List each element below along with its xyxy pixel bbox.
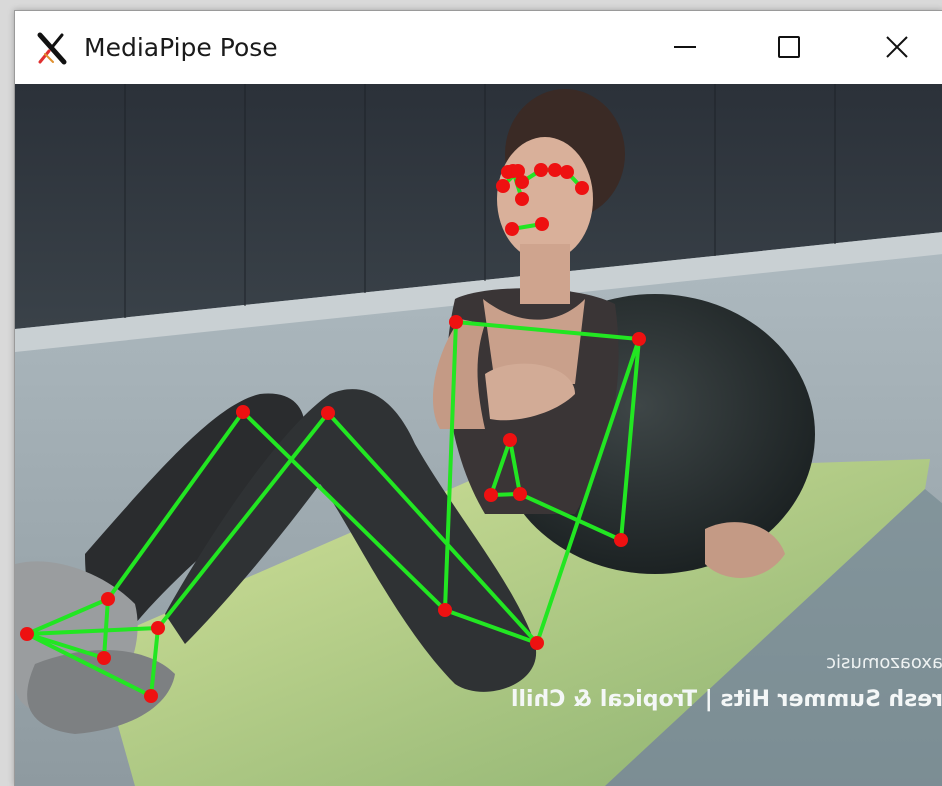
pose-landmark xyxy=(515,192,529,206)
pose-landmark xyxy=(534,163,548,177)
close-button[interactable] xyxy=(867,19,927,75)
pose-landmark xyxy=(496,179,510,193)
face xyxy=(497,137,593,261)
pose-landmark xyxy=(20,627,34,641)
pose-landmark xyxy=(449,315,463,329)
pose-landmark xyxy=(535,217,549,231)
title-bar[interactable]: MediaPipe Pose xyxy=(15,11,942,84)
minimize-button[interactable] xyxy=(655,19,715,75)
pose-landmark xyxy=(438,603,452,617)
pose-landmark xyxy=(530,636,544,650)
maximize-button[interactable] xyxy=(759,19,819,75)
pose-landmark xyxy=(575,181,589,195)
pose-landmark xyxy=(144,689,158,703)
channel-name: axoazomusic xyxy=(826,652,942,673)
video-caption: resh Summer Hits | Tropical & Chill xyxy=(511,687,942,712)
neck xyxy=(520,244,570,304)
pose-landmark xyxy=(511,164,525,178)
pose-landmark xyxy=(503,433,517,447)
pose-landmark xyxy=(560,165,574,179)
pose-landmark xyxy=(632,332,646,346)
minimize-icon xyxy=(674,46,696,48)
pose-landmark xyxy=(614,533,628,547)
pose-landmark xyxy=(513,487,527,501)
pose-landmark xyxy=(97,651,111,665)
pose-landmark xyxy=(101,592,115,606)
pose-landmark xyxy=(236,405,250,419)
video-frame: axoazomusic resh Summer Hits | Tropical … xyxy=(15,84,942,786)
pose-landmark xyxy=(321,406,335,420)
maximize-icon xyxy=(778,36,800,58)
app-window: MediaPipe Pose axoazomusic resh Summer H… xyxy=(14,10,942,786)
pose-landmark xyxy=(151,621,165,635)
pose-landmark xyxy=(548,163,562,177)
window-title: MediaPipe Pose xyxy=(84,33,278,62)
close-icon xyxy=(886,36,908,58)
app-x-icon xyxy=(37,32,67,65)
video-scene: axoazomusic resh Summer Hits | Tropical … xyxy=(15,84,942,786)
pose-landmark xyxy=(484,488,498,502)
pose-landmark xyxy=(505,222,519,236)
